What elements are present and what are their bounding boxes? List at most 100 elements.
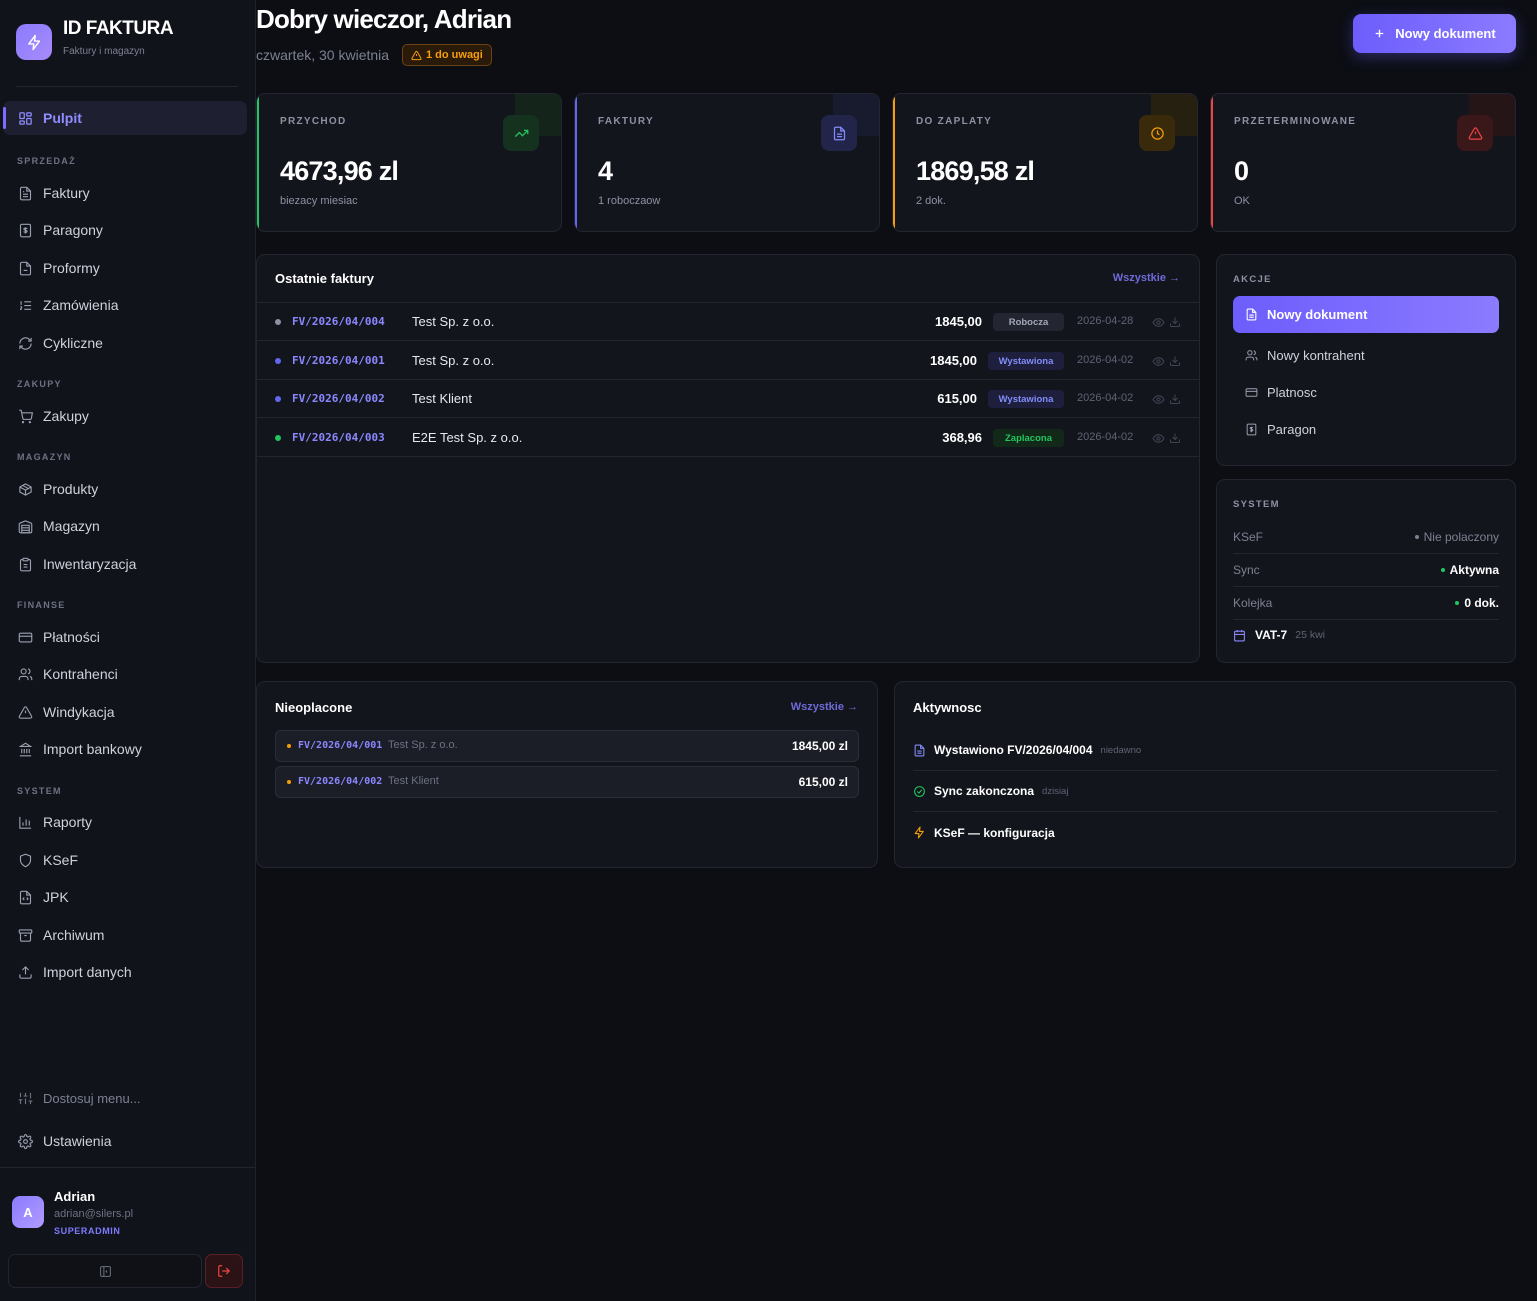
system-value: Nie polaczony (1414, 530, 1499, 544)
receipt-icon (1246, 423, 1257, 436)
current-date: czwartek, 30 kwietnia (256, 47, 390, 63)
divider (16, 86, 238, 87)
list-item[interactable]: FV/2026/04/002 Test Klient 615,00 zl (275, 766, 859, 798)
sidebar-item-contractors[interactable]: Kontrahenci (3, 657, 247, 691)
sidebar-item-jpk[interactable]: JPK (3, 880, 247, 914)
sidebar-item-recurring[interactable]: Cykliczne (3, 326, 247, 360)
status-dot (1414, 535, 1419, 539)
invoice-number-link[interactable]: FV/2026/04/004 (292, 315, 385, 328)
eye-icon[interactable] (1152, 355, 1165, 368)
sidebar-item-label: Archiwum (43, 927, 105, 943)
sidebar-item-label: Faktury (43, 185, 90, 201)
upload-icon (19, 965, 32, 979)
list-item[interactable]: Wystawiono FV/2026/04/004 niedawno (913, 730, 1497, 771)
action-label: Platnosc (1267, 385, 1317, 400)
file-text-icon (821, 115, 857, 151)
invoice-number-link[interactable]: FV/2026/04/002 (298, 776, 382, 787)
view-all-unpaid-link[interactable]: Wszystkie → (791, 701, 858, 713)
invoice-number-link[interactable]: FV/2026/04/003 (292, 431, 385, 444)
collapse-sidebar-button[interactable] (8, 1254, 202, 1288)
stat-value: 4 (598, 156, 613, 186)
download-icon[interactable] (1169, 316, 1181, 328)
panel-label: SYSTEM (1233, 499, 1280, 510)
system-value: 0 dok. (1455, 596, 1499, 610)
sidebar-item-receipts[interactable]: Paragony (3, 213, 247, 247)
invoice-number-link[interactable]: FV/2026/04/002 (292, 392, 385, 405)
action-new-contractor-button[interactable]: Nowy kontrahent (1245, 348, 1365, 363)
warning-icon (18, 705, 33, 719)
table-row[interactable]: FV/2026/04/004 Test Sp. z o.o. 1845,00 R… (257, 303, 1199, 341)
invoice-client: E2E Test Sp. z o.o. (412, 430, 523, 445)
attention-badge[interactable]: 1 do uwagi (402, 44, 492, 66)
users-icon (1245, 350, 1258, 361)
list-item[interactable]: KSeF — konfiguracja (913, 812, 1497, 853)
sidebar-item-reports[interactable]: Raporty (3, 805, 247, 839)
table-row[interactable]: FV/2026/04/003 E2E Test Sp. z o.o. 368,9… (257, 419, 1199, 457)
sidebar-item-label: Magazyn (43, 518, 100, 534)
system-row-ksef: KSeF Nie polaczony (1233, 521, 1499, 554)
activity-time: dzisiaj (1042, 785, 1069, 797)
sidebar-item-dashboard[interactable]: Pulpit (3, 101, 247, 135)
vat-deadline[interactable]: VAT-7 25 kwi (1233, 628, 1325, 642)
list-item[interactable]: FV/2026/04/001 Test Sp. z o.o. 1845,00 z… (275, 730, 859, 762)
brand[interactable]: ID FAKTURA Faktury i magazyn (16, 18, 174, 60)
sidebar-item-payments[interactable]: Płatności (3, 620, 247, 654)
system-value: Aktywna (1440, 563, 1499, 577)
list-ordered-icon (19, 300, 32, 310)
customize-menu-button[interactable]: Dostosuj menu... (3, 1081, 247, 1115)
download-icon[interactable] (1169, 432, 1181, 444)
table-row[interactable]: FV/2026/04/002 Test Klient 615,00 Wystaw… (257, 380, 1199, 418)
sidebar-item-ksef[interactable]: KSeF (3, 843, 247, 877)
invoice-client: Test Klient (388, 775, 439, 787)
panel-left-icon (99, 1265, 111, 1277)
sidebar-item-orders[interactable]: Zamówienia (3, 288, 247, 322)
table-row[interactable]: FV/2026/04/001 Test Sp. z o.o. 1845,00 W… (257, 342, 1199, 380)
sidebar-item-invoices[interactable]: Faktury (3, 176, 247, 210)
download-icon[interactable] (1169, 355, 1181, 367)
sidebar-item-products[interactable]: Produkty (3, 472, 247, 506)
eye-icon[interactable] (1152, 316, 1165, 329)
sidebar-item-archive[interactable]: Archiwum (3, 918, 247, 952)
invoice-date: 2026-04-02 (1077, 392, 1134, 404)
view-all-invoices-link[interactable]: Wszystkie → (1113, 272, 1180, 284)
sidebar-item-data-import[interactable]: Import danych (3, 955, 247, 989)
invoice-date: 2026-04-02 (1077, 431, 1134, 443)
invoice-number-link[interactable]: FV/2026/04/001 (292, 354, 385, 367)
action-receipt-button[interactable]: Paragon (1245, 422, 1316, 437)
invoice-client: Test Klient (412, 391, 472, 406)
activity-panel: Aktywnosc Wystawiono FV/2026/04/004 nied… (894, 681, 1516, 868)
stat-card-to-pay[interactable]: DO ZAPLATY 1869,58 zl 2 dok. (892, 93, 1198, 232)
stat-card-invoices[interactable]: FAKTURY 4 1 roboczaow (574, 93, 880, 232)
customize-label: Dostosuj menu... (43, 1090, 141, 1106)
invoice-number-link[interactable]: FV/2026/04/001 (298, 740, 382, 751)
stat-value: 0 (1234, 156, 1249, 186)
eye-icon[interactable] (1152, 393, 1165, 406)
action-new-document-button[interactable]: Nowy dokument (1233, 296, 1499, 333)
sidebar-item-label: Import danych (43, 964, 132, 980)
lightning-icon (16, 24, 52, 60)
action-payment-button[interactable]: Platnosc (1245, 385, 1317, 400)
list-item[interactable]: Sync zakonczona dzisiaj (913, 771, 1497, 812)
invoice-amount: 615,00 zl (798, 775, 848, 789)
logout-button[interactable] (205, 1254, 243, 1288)
eye-icon[interactable] (1152, 432, 1165, 445)
vat-label: VAT-7 (1255, 628, 1288, 642)
system-value-text: Nie polaczony (1423, 530, 1499, 544)
sidebar-item-bank-import[interactable]: Import bankowy (3, 732, 247, 766)
avatar[interactable]: A (12, 1196, 44, 1228)
stat-label: PRZYCHOD (280, 116, 347, 127)
stat-card-revenue[interactable]: PRZYCHOD 4673,96 zl biezacy miesiac (256, 93, 562, 232)
sidebar-item-warehouse[interactable]: Magazyn (3, 509, 247, 543)
sidebar-item-purchases[interactable]: Zakupy (3, 399, 247, 433)
file-text-icon (914, 744, 925, 756)
stat-card-overdue[interactable]: PRZETERMINOWANE 0 OK (1210, 93, 1516, 232)
new-document-button[interactable]: Nowy dokument (1353, 14, 1516, 53)
credit-card-icon (1245, 388, 1258, 397)
download-icon[interactable] (1169, 393, 1181, 405)
sidebar-item-settings[interactable]: Ustawienia (3, 1124, 247, 1158)
sidebar-item-proformas[interactable]: Proformy (3, 251, 247, 285)
sidebar-item-inventory[interactable]: Inwentaryzacja (3, 547, 247, 581)
bar-chart-icon (19, 816, 32, 829)
nav-section-sales: SPRZEDAŻ (17, 156, 76, 166)
sidebar-item-collection[interactable]: Windykacja (3, 695, 247, 729)
